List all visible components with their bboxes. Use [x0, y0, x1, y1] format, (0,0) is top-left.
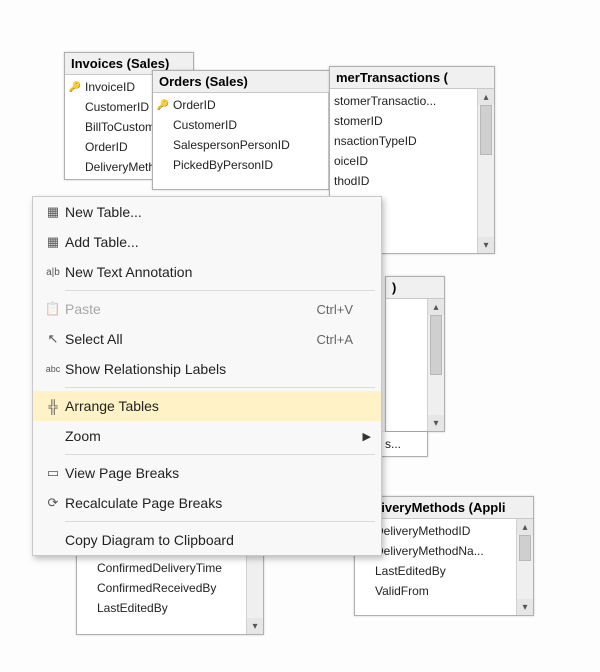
table-row[interactable]: ValidFrom	[355, 581, 516, 601]
label-icon: abc	[41, 364, 65, 374]
table-row[interactable]: nsactionTypeID	[330, 131, 477, 151]
table-row[interactable]: stomerTransactio...	[330, 91, 477, 111]
menu-paste: 📋 Paste Ctrl+V	[33, 294, 381, 324]
select-all-icon: ↖	[41, 331, 65, 347]
menu-recalculate-page-breaks[interactable]: ⟳ Recalculate Page Breaks	[33, 488, 381, 518]
menu-new-table[interactable]: ▦ New Table...	[33, 197, 381, 227]
scroll-up-icon[interactable]: ▴	[478, 89, 494, 105]
table-row[interactable]: stomerID	[330, 111, 477, 131]
table-row[interactable]: s...	[381, 434, 427, 454]
table-title: Orders (Sales)	[153, 71, 345, 93]
scroll-down-icon[interactable]: ▾	[478, 237, 494, 253]
scrollbar[interactable]: ▴ ▾	[427, 299, 444, 431]
table-row[interactable]: SalespersonPersonID	[153, 135, 328, 155]
table-row[interactable]: LastEditedBy	[77, 598, 246, 618]
table-row[interactable]: oiceID	[330, 151, 477, 171]
menu-select-all[interactable]: ↖ Select All Ctrl+A	[33, 324, 381, 354]
menu-new-text-annotation[interactable]: a|b New Text Annotation	[33, 257, 381, 287]
table-row[interactable]: PickedByPersonID	[153, 155, 328, 175]
table-row[interactable]: ConfirmedReceivedBy	[77, 578, 246, 598]
table-row[interactable]: thodID	[330, 171, 477, 191]
menu-add-table[interactable]: ▦ Add Table...	[33, 227, 381, 257]
table-row[interactable]: CustomerID	[153, 115, 328, 135]
scroll-down-icon[interactable]: ▾	[428, 415, 444, 431]
menu-copy-diagram[interactable]: Copy Diagram to Clipboard	[33, 525, 381, 555]
menu-show-relationship-labels[interactable]: abc Show Relationship Labels	[33, 354, 381, 384]
table-orders[interactable]: Orders (Sales) 🔑OrderID CustomerID Sales…	[152, 70, 346, 190]
menu-separator	[65, 521, 375, 522]
table-fragment-2[interactable]: s...	[380, 432, 428, 457]
scroll-down-icon[interactable]: ▾	[517, 599, 533, 615]
menu-separator	[65, 387, 375, 388]
menu-separator	[65, 454, 375, 455]
context-menu: ▦ New Table... ▦ Add Table... a|b New Te…	[32, 196, 382, 556]
new-table-icon: ▦	[41, 204, 65, 220]
menu-separator	[65, 290, 375, 291]
scrollbar[interactable]: ▴ ▾	[477, 89, 494, 253]
recalc-icon: ⟳	[41, 495, 65, 511]
table-row[interactable]: 🔑OrderID	[153, 95, 328, 115]
scrollbar[interactable]: ▴ ▾	[516, 519, 533, 615]
key-icon: 🔑	[69, 82, 81, 93]
page-break-icon: ▭	[41, 465, 65, 481]
scroll-up-icon[interactable]: ▴	[517, 519, 533, 535]
text-annot-icon: a|b	[41, 267, 65, 278]
add-table-icon: ▦	[41, 234, 65, 250]
menu-arrange-tables[interactable]: ╬ Arrange Tables	[33, 391, 381, 421]
scroll-down-icon[interactable]: ▾	[247, 618, 263, 634]
arrange-icon: ╬	[41, 399, 65, 414]
paste-icon: 📋	[41, 301, 65, 317]
menu-view-page-breaks[interactable]: ▭ View Page Breaks	[33, 458, 381, 488]
table-fragment-1[interactable]: ) ▴ ▾	[385, 276, 445, 432]
table-title: )	[386, 277, 444, 299]
table-row[interactable]: ConfirmedDeliveryTime	[77, 558, 246, 578]
key-icon: 🔑	[157, 100, 169, 111]
scroll-up-icon[interactable]: ▴	[428, 299, 444, 315]
table-title: merTransactions (	[330, 67, 494, 89]
submenu-arrow-icon: ▶	[363, 430, 371, 443]
table-row[interactable]: LastEditedBy	[355, 561, 516, 581]
menu-zoom[interactable]: Zoom ▶	[33, 421, 381, 451]
